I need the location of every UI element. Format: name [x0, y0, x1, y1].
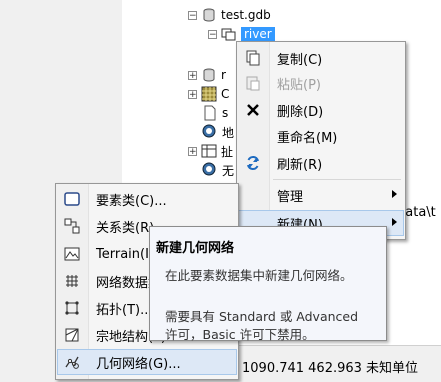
tree-item-s[interactable]: s	[202, 104, 228, 122]
terrain-icon	[64, 247, 80, 261]
tree-label: 扯	[221, 144, 234, 159]
delete-icon	[247, 104, 259, 116]
tooltip-title: 新建几何网络	[156, 241, 235, 256]
table-icon	[201, 144, 217, 158]
menu-item-geometric-network[interactable]: 几何网络(G)...	[57, 349, 237, 375]
menu-item-delete[interactable]: 删除(D)	[239, 98, 403, 122]
parcel-fabric-icon	[65, 328, 79, 342]
geometric-network-icon	[65, 356, 79, 369]
menu-item-rename[interactable]: 重命名(M)	[239, 124, 403, 148]
menu-item-label: 管理	[277, 189, 304, 205]
tooltip-description: 在此要素数据集中新建几何网络。	[165, 268, 353, 283]
menu-item-refresh[interactable]: 刷新(R)	[239, 151, 403, 175]
tree-item-g3[interactable]: 无	[202, 161, 234, 179]
collapse-icon[interactable]: −	[188, 10, 197, 20]
grid-icon	[201, 86, 217, 102]
refresh-icon	[247, 155, 259, 171]
menu-item-label: 重命名(M)	[277, 130, 338, 146]
tree-item-test-gdb[interactable]: − test.gdb	[188, 6, 271, 24]
menu-item-label: 删除(D)	[277, 104, 324, 120]
tooltip-license-note-2: 许可，Basic 许可下禁用。	[165, 327, 315, 342]
database-icon	[203, 68, 215, 82]
tree-label: 地	[222, 125, 235, 140]
expand-icon[interactable]: +	[188, 89, 197, 99]
feature-class-icon	[64, 192, 80, 206]
menu-item-label: 几何网络(G)...	[96, 356, 181, 372]
menu-item-copy[interactable]: 复制(C)	[239, 46, 403, 70]
expand-icon[interactable]: +	[188, 146, 197, 156]
tooltip-license-note: 需要具有 Standard 或 Advanced	[165, 309, 359, 324]
tree-item-r[interactable]: + r	[188, 66, 226, 84]
menu-item-manage[interactable]: 管理	[239, 183, 403, 207]
menu-item-feature-class[interactable]: 要素类(C)...	[58, 187, 236, 211]
tree-item-g2[interactable]: + 扯	[188, 142, 233, 160]
submenu-arrow-icon	[392, 218, 397, 226]
menu-item-label: 要素类(C)...	[96, 193, 167, 209]
coordinates-readout: 1090.741 462.963 未知单位	[242, 361, 419, 376]
menu-item-label: 复制(C)	[277, 52, 323, 68]
network-dataset-icon	[66, 275, 78, 287]
menu-item-paste[interactable]: 粘贴(P)	[239, 71, 403, 95]
tree-label-gdb: test.gdb	[221, 8, 271, 22]
topology-icon	[65, 301, 79, 315]
copy-icon	[246, 50, 260, 66]
submenu-arrow-icon	[392, 190, 397, 198]
menu-item-label: 粘贴(P)	[277, 77, 321, 93]
relationship-class-icon	[64, 218, 80, 234]
tree-item-c[interactable]: + C	[188, 85, 229, 103]
paste-icon	[246, 76, 260, 91]
document-icon	[204, 105, 216, 121]
tree-label-river: river	[241, 27, 275, 41]
menu-separator	[273, 179, 401, 180]
expand-icon[interactable]: +	[188, 70, 197, 80]
tooltip: 新建几何网络 在此要素数据集中新建几何网络。 需要具有 Standard 或 A…	[149, 226, 387, 342]
feature-dataset-icon	[221, 28, 236, 41]
globe-search-icon	[202, 162, 216, 176]
tree-label: s	[222, 106, 229, 120]
tree-item-g1[interactable]: 地	[202, 123, 234, 141]
tree-label: C	[221, 87, 230, 101]
menu-item-label: 刷新(R)	[277, 157, 323, 173]
context-menu: 复制(C) 粘贴(P) 删除(D) 重命名(M) 刷新(R) 管理 新建(N)	[236, 41, 406, 240]
menu-item-label: 拓扑(T)...	[96, 302, 153, 318]
tree-label: r	[221, 68, 226, 82]
globe-search-icon	[202, 124, 216, 138]
database-icon	[203, 8, 215, 22]
collapse-icon[interactable]: −	[208, 29, 217, 39]
tree-label: 无	[222, 163, 235, 178]
